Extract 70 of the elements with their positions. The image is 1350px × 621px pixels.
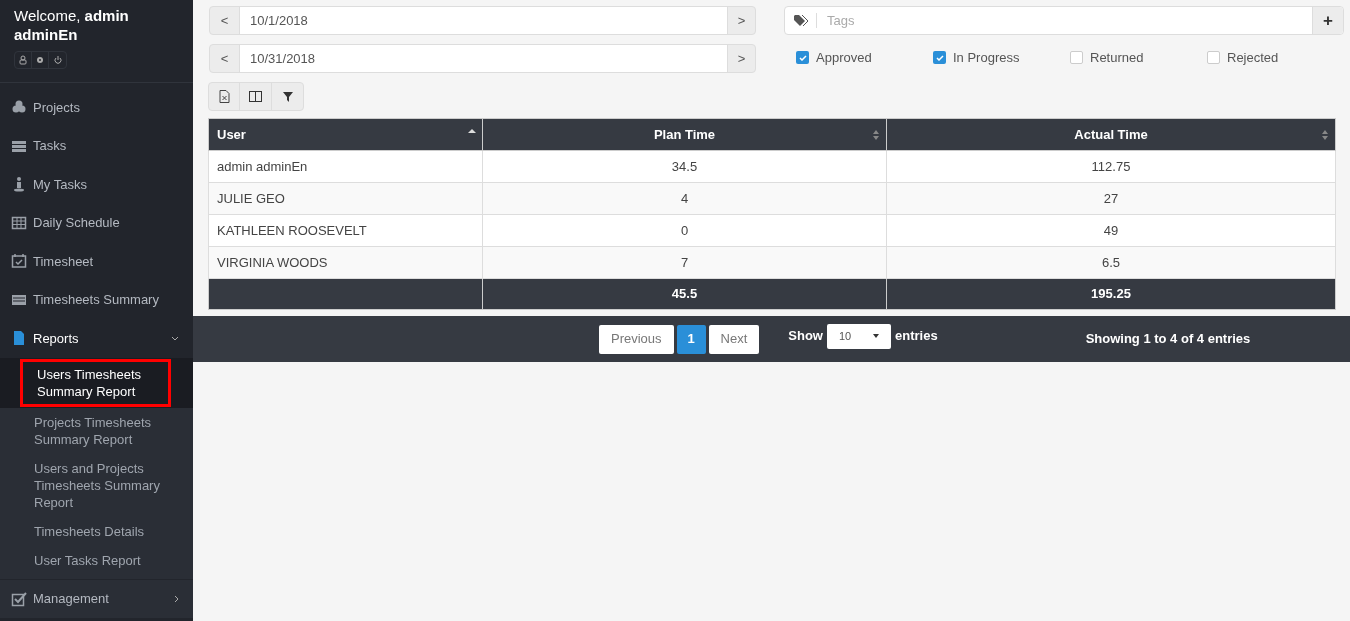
table-cell: JULIE GEO xyxy=(208,182,483,215)
submenu-item[interactable]: Users Timesheets Summary Report xyxy=(20,358,171,407)
checkbox-icon xyxy=(11,590,27,607)
power-icon xyxy=(53,55,62,65)
table-cell: 4 xyxy=(482,182,887,215)
checkmark-icon xyxy=(935,54,944,61)
table-cell: 6.5 xyxy=(886,246,1336,279)
nav-item[interactable]: Management xyxy=(0,579,193,618)
nav-item[interactable]: Timesheet xyxy=(0,242,193,281)
nav-item[interactable]: Daily Schedule xyxy=(0,203,193,242)
add-tag-button[interactable]: + xyxy=(1312,7,1343,34)
nav-item[interactable]: Tasks xyxy=(0,126,193,165)
checkbox-label: Approved xyxy=(816,49,872,67)
column-header[interactable]: User xyxy=(208,118,483,151)
table-cell: admin adminEn xyxy=(208,150,483,183)
show-label: Show xyxy=(788,327,823,346)
nav-item[interactable]: My Tasks xyxy=(0,165,193,204)
total-cell: 195.25 xyxy=(886,278,1336,310)
table-cell: 49 xyxy=(886,214,1336,247)
tags-icon xyxy=(793,14,808,27)
table-cell: 7 xyxy=(482,246,887,279)
checkbox-label: In Progress xyxy=(953,49,1020,67)
submenu-item[interactable]: User Tasks Report xyxy=(20,545,171,575)
checkbox[interactable] xyxy=(933,51,946,65)
caret-down-icon xyxy=(873,334,879,338)
excel-file-icon xyxy=(218,90,230,103)
checkbox[interactable] xyxy=(796,51,809,65)
next-date-button[interactable]: > xyxy=(728,45,755,72)
tags-field[interactable]: Tags + xyxy=(784,6,1344,35)
table-icon xyxy=(11,214,27,231)
checkbox[interactable] xyxy=(1207,51,1220,65)
nav-item[interactable]: Projects xyxy=(0,88,193,127)
table-cell: 27 xyxy=(886,182,1336,215)
date-value: 10/31/2018 xyxy=(239,45,728,72)
next-button[interactable]: Next xyxy=(708,324,760,354)
column-header[interactable]: Actual Time xyxy=(886,118,1336,151)
table-cell: 112.75 xyxy=(886,150,1336,183)
user-icon xyxy=(19,55,27,65)
nav-item[interactable]: Timesheets Summary xyxy=(0,280,193,319)
chevron-down-icon xyxy=(171,335,179,341)
previous-button[interactable]: Previous xyxy=(599,324,674,354)
total-cell: 45.5 xyxy=(482,278,887,310)
checkbox[interactable] xyxy=(1070,51,1083,65)
previous-date-button[interactable]: < xyxy=(210,45,239,72)
page-size-select[interactable]: 10 xyxy=(827,323,891,349)
submenu-item[interactable]: Timesheets Details xyxy=(20,516,171,546)
column-header[interactable]: Plan Time xyxy=(482,118,887,151)
table-cell: 0 xyxy=(482,214,887,247)
welcome-text: Welcome, admin adminEn xyxy=(14,6,130,44)
calendar-icon xyxy=(11,253,27,270)
table-cell: 34.5 xyxy=(482,150,887,183)
filter-icon xyxy=(282,91,293,102)
checkbox-label: Rejected xyxy=(1227,49,1279,67)
columns-icon xyxy=(249,91,262,102)
previous-date-button[interactable]: < xyxy=(210,7,239,34)
table-cell: KATHLEEN ROOSEVELT xyxy=(208,214,483,247)
submenu-item[interactable]: Users and Projects Timesheets Summary Report xyxy=(20,453,171,517)
table-cell: VIRGINIA WOODS xyxy=(208,246,483,279)
checkbox-label: Returned xyxy=(1090,49,1144,67)
document-icon xyxy=(11,330,27,347)
settings-icon xyxy=(36,55,44,65)
entries-info: Showing 1 to 4 of 4 entries xyxy=(1085,330,1251,349)
next-date-button[interactable]: > xyxy=(728,7,755,34)
chevron-right-icon xyxy=(174,594,179,603)
person-icon xyxy=(11,176,27,193)
entries-label: entries xyxy=(895,327,938,346)
submenu-item[interactable]: Projects Timesheets Summary Report xyxy=(20,407,171,454)
nav-item[interactable]: Reports xyxy=(0,319,193,358)
checkmark-icon xyxy=(798,54,807,61)
date-value: 10/1/2018 xyxy=(239,7,728,34)
